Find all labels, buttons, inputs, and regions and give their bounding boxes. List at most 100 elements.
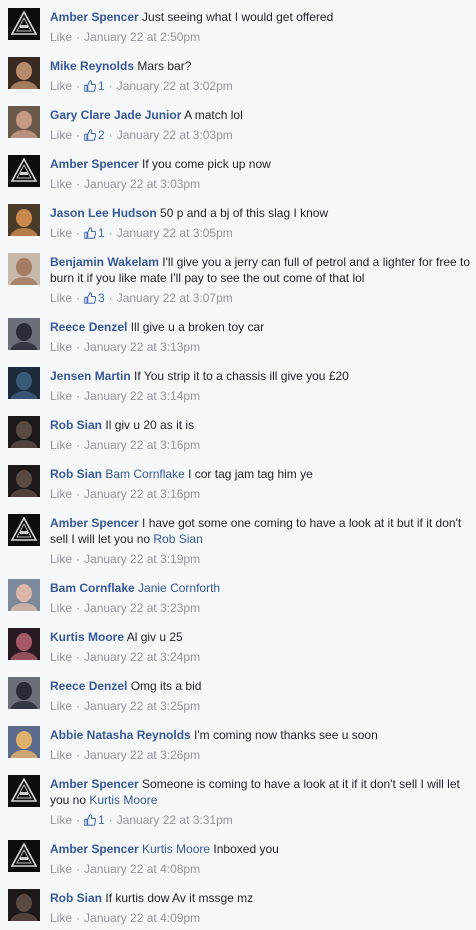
- comment-author-link[interactable]: Benjamin Wakelam: [50, 255, 159, 269]
- like-link[interactable]: Like: [50, 552, 72, 566]
- comment-author-link[interactable]: Jason Lee Hudson: [50, 206, 157, 220]
- separator-dot: ·: [76, 226, 81, 240]
- tagged-person-link[interactable]: Janie Cornforth: [138, 581, 220, 595]
- avatar[interactable]: [8, 318, 40, 350]
- like-link[interactable]: Like: [50, 340, 72, 354]
- separator-dot: ·: [76, 601, 81, 615]
- comment-body: Rob Sian Il giv u 20 as it is: [50, 414, 472, 433]
- avatar[interactable]: [8, 465, 40, 497]
- comment-author-link[interactable]: Abbie Natasha Reynolds: [50, 728, 191, 742]
- comment-text: If you come pick up now: [142, 157, 271, 171]
- avatar[interactable]: [8, 775, 40, 807]
- avatar[interactable]: [8, 253, 40, 285]
- profile-photo-icon: [8, 106, 40, 138]
- comment-author-link[interactable]: Reece Denzel: [50, 320, 127, 334]
- comment-timestamp[interactable]: January 22 at 3:16pm: [84, 487, 200, 501]
- comment-meta: Like · January 22 at 3:16pm: [50, 437, 472, 453]
- comment-timestamp[interactable]: January 22 at 3:19pm: [84, 552, 200, 566]
- separator-dot: ·: [76, 552, 81, 566]
- separator-dot: ·: [76, 30, 81, 44]
- avatar[interactable]: [8, 106, 40, 138]
- comment-body: Kurtis Moore Al giv u 25: [50, 626, 472, 645]
- avatar[interactable]: [8, 416, 40, 448]
- like-link[interactable]: Like: [50, 438, 72, 452]
- like-link[interactable]: Like: [50, 177, 72, 191]
- comment-author-link[interactable]: Amber Spencer: [50, 777, 139, 791]
- tagged-person-link[interactable]: Bam Cornflake: [105, 467, 184, 481]
- like-link[interactable]: Like: [50, 226, 72, 240]
- avatar[interactable]: [8, 726, 40, 758]
- avatar[interactable]: [8, 840, 40, 872]
- like-link[interactable]: Like: [50, 813, 72, 827]
- comment-timestamp[interactable]: January 22 at 3:23pm: [84, 601, 200, 615]
- comment-author-link[interactable]: Amber Spencer: [50, 10, 139, 24]
- like-link[interactable]: Like: [50, 601, 72, 615]
- comment-timestamp[interactable]: January 22 at 3:14pm: [84, 389, 200, 403]
- like-count[interactable]: 1: [84, 79, 105, 93]
- comment-body: Bam Cornflake Janie Cornforth: [50, 577, 472, 596]
- comment-item: Amber Spencer Just seeing what I would g…: [0, 0, 476, 49]
- comment-timestamp[interactable]: January 22 at 2:50pm: [84, 30, 200, 44]
- comment-timestamp[interactable]: January 22 at 4:08pm: [84, 862, 200, 876]
- comment-timestamp[interactable]: January 22 at 3:25pm: [84, 699, 200, 713]
- like-count[interactable]: 2: [84, 128, 105, 142]
- comment-author-link[interactable]: Rob Sian: [50, 418, 102, 432]
- comment-timestamp[interactable]: January 22 at 3:07pm: [117, 291, 233, 305]
- avatar[interactable]: [8, 628, 40, 660]
- like-link[interactable]: Like: [50, 487, 72, 501]
- like-link[interactable]: Like: [50, 699, 72, 713]
- comment-author-link[interactable]: Amber Spencer: [50, 516, 139, 530]
- like-link[interactable]: Like: [50, 911, 72, 925]
- like-link[interactable]: Like: [50, 128, 72, 142]
- comment-timestamp[interactable]: January 22 at 3:03pm: [84, 177, 200, 191]
- comment-timestamp[interactable]: January 22 at 4:09pm: [84, 911, 200, 925]
- like-link[interactable]: Like: [50, 748, 72, 762]
- tagged-person-link[interactable]: Rob Sian: [153, 532, 202, 546]
- comment-timestamp[interactable]: January 22 at 3:02pm: [117, 79, 233, 93]
- avatar[interactable]: [8, 579, 40, 611]
- comment-author-link[interactable]: Rob Sian: [50, 467, 102, 481]
- comment-author-link[interactable]: Kurtis Moore: [50, 630, 124, 644]
- comment-timestamp[interactable]: January 22 at 3:05pm: [117, 226, 233, 240]
- comment-timestamp[interactable]: January 22 at 3:03pm: [117, 128, 233, 142]
- comment-timestamp[interactable]: January 22 at 3:13pm: [84, 340, 200, 354]
- avatar[interactable]: [8, 204, 40, 236]
- avatar[interactable]: [8, 57, 40, 89]
- comment-meta: Like · January 22 at 3:16pm: [50, 486, 472, 502]
- comment-text: Il giv u 20 as it is: [105, 418, 195, 432]
- comment-author-link[interactable]: Gary Clare Jade Junior: [50, 108, 181, 122]
- comment-timestamp[interactable]: January 22 at 3:26pm: [84, 748, 200, 762]
- comment-author-link[interactable]: Amber Spencer: [50, 842, 139, 856]
- like-link[interactable]: Like: [50, 291, 72, 305]
- comment-author-link[interactable]: Jensen Martin: [50, 369, 131, 383]
- separator-dot: ·: [76, 438, 81, 452]
- like-count[interactable]: 1: [84, 813, 105, 827]
- like-count-value: 1: [98, 226, 105, 240]
- comment-timestamp[interactable]: January 22 at 3:16pm: [84, 438, 200, 452]
- comment-author-link[interactable]: Rob Sian: [50, 891, 102, 905]
- like-link[interactable]: Like: [50, 389, 72, 403]
- avatar[interactable]: [8, 155, 40, 187]
- comment-text: Ill give u a broken toy car: [130, 320, 265, 334]
- comment-text: 50 p and a bj of this slag I know: [160, 206, 329, 220]
- avatar[interactable]: [8, 367, 40, 399]
- like-count[interactable]: 1: [84, 226, 105, 240]
- like-link[interactable]: Like: [50, 30, 72, 44]
- like-link[interactable]: Like: [50, 79, 72, 93]
- tagged-person-link[interactable]: Kurtis Moore: [142, 842, 210, 856]
- comment-author-link[interactable]: Bam Cornflake: [50, 581, 135, 595]
- like-link[interactable]: Like: [50, 862, 72, 876]
- comment-author-link[interactable]: Mike Reynolds: [50, 59, 134, 73]
- tagged-person-link[interactable]: Kurtis Moore: [89, 793, 157, 807]
- comment-body: Reece Denzel Ill give u a broken toy car: [50, 316, 472, 335]
- comment-author-link[interactable]: Amber Spencer: [50, 157, 139, 171]
- comment-author-link[interactable]: Reece Denzel: [50, 679, 127, 693]
- like-count[interactable]: 3: [84, 291, 105, 305]
- like-link[interactable]: Like: [50, 650, 72, 664]
- comment-timestamp[interactable]: January 22 at 3:31pm: [117, 813, 233, 827]
- avatar[interactable]: [8, 8, 40, 40]
- avatar[interactable]: [8, 514, 40, 546]
- avatar[interactable]: [8, 677, 40, 709]
- avatar[interactable]: [8, 889, 40, 921]
- comment-timestamp[interactable]: January 22 at 3:24pm: [84, 650, 200, 664]
